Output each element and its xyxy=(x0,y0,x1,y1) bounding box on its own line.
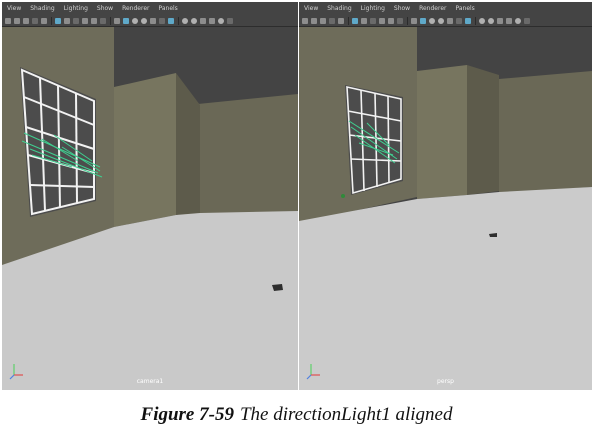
toolbar-separator xyxy=(475,16,476,25)
figure-number: Figure 7-59 xyxy=(140,404,234,425)
scene-view[interactable] xyxy=(2,27,298,390)
motion-blur-icon[interactable] xyxy=(497,17,503,24)
select-camera-icon[interactable] xyxy=(311,17,317,24)
menu-shading[interactable]: Shading xyxy=(30,5,54,12)
resolution-gate-icon[interactable] xyxy=(429,17,435,24)
bookmark-icon[interactable] xyxy=(329,17,335,24)
light-icon[interactable] xyxy=(341,194,345,198)
film-gate-icon[interactable] xyxy=(23,17,29,24)
panel-toolbar xyxy=(299,15,592,27)
back-wall xyxy=(499,71,592,193)
menu-view[interactable]: View xyxy=(7,5,21,12)
panel-toolbar xyxy=(2,15,298,27)
camera-name-label: camera1 xyxy=(136,378,164,385)
menu-renderer[interactable]: Renderer xyxy=(419,5,446,12)
viewport-camera1[interactable]: View Shading Lighting Show Renderer Pane… xyxy=(2,2,298,390)
exposure-icon[interactable] xyxy=(456,17,462,24)
xray-icon[interactable] xyxy=(123,17,129,24)
field-chart-icon[interactable] xyxy=(150,17,156,24)
view-transform-icon[interactable] xyxy=(479,17,485,24)
figure-caption: Figure 7-59 The directionLight1 aligned xyxy=(0,404,593,426)
textured-icon[interactable] xyxy=(82,17,88,24)
camera-icon[interactable] xyxy=(5,17,11,24)
isolate-icon[interactable] xyxy=(114,17,120,24)
panel-menubar: View Shading Lighting Show Renderer Pane… xyxy=(2,2,298,15)
wireframe-icon[interactable] xyxy=(64,17,70,24)
toolbar-separator xyxy=(110,16,111,25)
anti-aliasing-icon[interactable] xyxy=(506,17,512,24)
toolbar-separator xyxy=(407,16,408,25)
film-gate-icon[interactable] xyxy=(320,17,326,24)
panel-layout-icon[interactable] xyxy=(524,17,530,24)
depth-of-field-icon[interactable] xyxy=(218,17,224,24)
pillar-side xyxy=(467,65,499,195)
pillar-side xyxy=(176,73,200,215)
pillar-front xyxy=(114,73,176,227)
safe-action-icon[interactable] xyxy=(141,17,147,24)
panel-layout-icon[interactable] xyxy=(227,17,233,24)
gamma-icon[interactable] xyxy=(168,17,174,24)
figure-caption-text: The directionLight1 aligned xyxy=(239,404,453,425)
camera-icon[interactable] xyxy=(302,17,308,24)
motion-blur-icon[interactable] xyxy=(200,17,206,24)
xray-icon[interactable] xyxy=(420,17,426,24)
grid-icon[interactable] xyxy=(55,17,61,24)
floor xyxy=(299,187,592,390)
menu-shading[interactable]: Shading xyxy=(327,5,351,12)
toolbar-separator xyxy=(51,16,52,25)
wireframe-icon[interactable] xyxy=(361,17,367,24)
exposure-icon[interactable] xyxy=(159,17,165,24)
menu-lighting[interactable]: Lighting xyxy=(64,5,88,12)
toolbar-separator xyxy=(178,16,179,25)
lights-icon[interactable] xyxy=(91,17,97,24)
isolate-icon[interactable] xyxy=(411,17,417,24)
ambient-occlusion-icon[interactable] xyxy=(191,17,197,24)
menu-panels[interactable]: Panels xyxy=(455,5,474,12)
select-camera-icon[interactable] xyxy=(14,17,20,24)
menu-panels[interactable]: Panels xyxy=(158,5,177,12)
field-chart-icon[interactable] xyxy=(447,17,453,24)
image-plane-icon[interactable] xyxy=(338,17,344,24)
gamma-icon[interactable] xyxy=(465,17,471,24)
anti-aliasing-icon[interactable] xyxy=(209,17,215,24)
image-plane-icon[interactable] xyxy=(41,17,47,24)
panel-menubar: View Shading Lighting Show Renderer Pane… xyxy=(299,2,592,15)
smooth-shade-icon[interactable] xyxy=(370,17,376,24)
ambient-occlusion-icon[interactable] xyxy=(488,17,494,24)
menu-renderer[interactable]: Renderer xyxy=(122,5,149,12)
toolbar-separator xyxy=(348,16,349,25)
menu-lighting[interactable]: Lighting xyxy=(361,5,385,12)
grid-icon[interactable] xyxy=(352,17,358,24)
menu-show[interactable]: Show xyxy=(394,5,410,12)
camera-name-label: persp xyxy=(437,378,454,385)
scene-view[interactable] xyxy=(299,27,592,390)
viewport-persp[interactable]: View Shading Lighting Show Renderer Pane… xyxy=(299,2,592,390)
textured-icon[interactable] xyxy=(379,17,385,24)
safe-action-icon[interactable] xyxy=(438,17,444,24)
bookmark-icon[interactable] xyxy=(32,17,38,24)
lights-icon[interactable] xyxy=(388,17,394,24)
menu-show[interactable]: Show xyxy=(97,5,113,12)
smooth-shade-icon[interactable] xyxy=(73,17,79,24)
resolution-gate-icon[interactable] xyxy=(132,17,138,24)
view-transform-icon[interactable] xyxy=(182,17,188,24)
pillar-front xyxy=(417,65,467,199)
shadows-icon[interactable] xyxy=(397,17,403,24)
shadows-icon[interactable] xyxy=(100,17,106,24)
depth-of-field-icon[interactable] xyxy=(515,17,521,24)
menu-view[interactable]: View xyxy=(304,5,318,12)
